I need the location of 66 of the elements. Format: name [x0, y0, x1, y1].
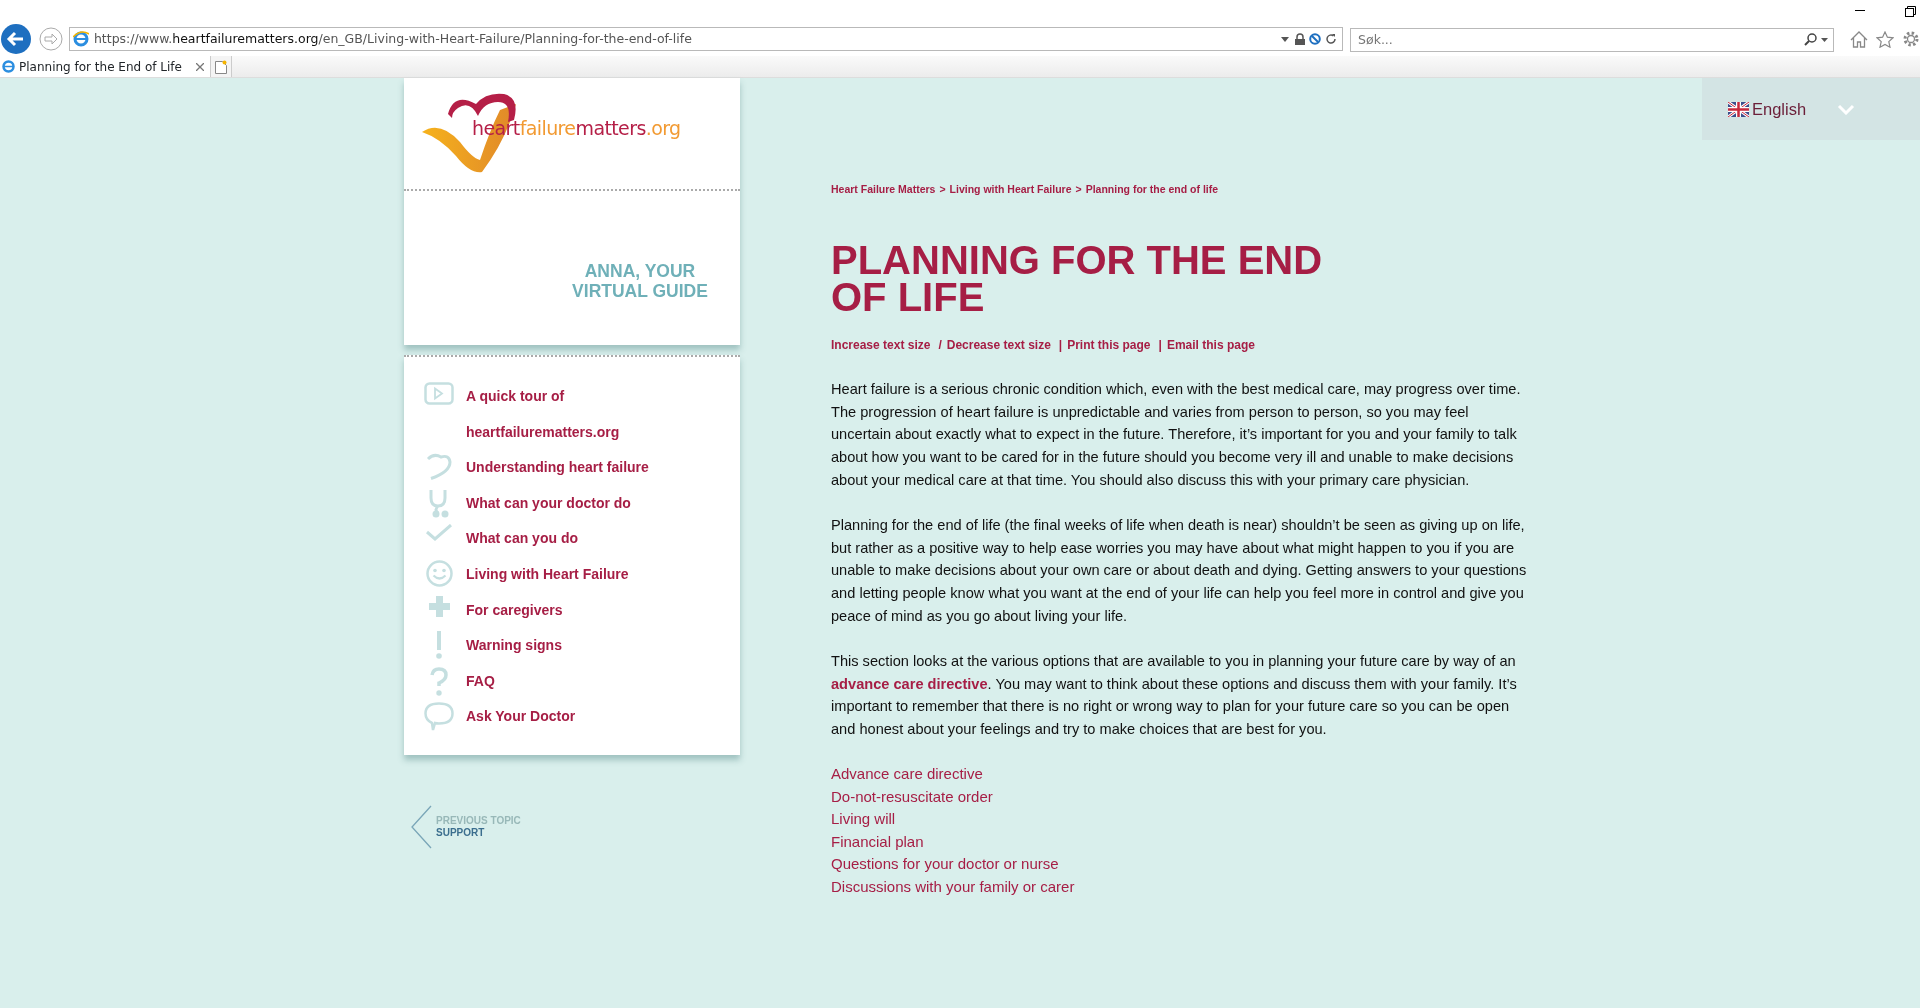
- back-icon[interactable]: [1, 24, 31, 54]
- breadcrumb-separator: >: [1075, 182, 1082, 197]
- previous-topic-link[interactable]: PREVIOUS TOPIC SUPPORT: [436, 814, 521, 839]
- inline-link[interactable]: advance care directive: [831, 675, 988, 692]
- blocked-icon[interactable]: [1309, 33, 1322, 45]
- breadcrumb-link[interactable]: Living with Heart Failure: [949, 182, 1072, 198]
- body-paragraph: Planning for the end of life (the final weeks of life when death is near) shouldn’t be seen as giving up on life, but rather as a positive way to help ease worries you may have about what might happen to you if you are unable to make decisions about your own care or about death and dying. Getting answers to your questions and letting people know what you want at the end of your life can help you feel more in control and give you peace of mind as you go about living your life.: [831, 515, 1528, 626]
- topic-link[interactable]: Do-not-resuscitate order: [831, 785, 993, 809]
- flag-icon: [1728, 101, 1749, 117]
- body-paragraph: This section looks at the various options that are available to you in planning your future care by way of an advance care directive. You may want to think about these options and discuss them with your family. It’s important to remember that there is no right or wrong way to plan for your future care so you can be open and honest about your feelings and try to make choices that are best for you.: [831, 651, 1518, 740]
- breadcrumb-link[interactable]: Planning for the end of life: [1085, 182, 1219, 198]
- search-field[interactable]: Søk...: [1350, 27, 1835, 52]
- stethoscope-icon: [428, 488, 450, 518]
- nav-link[interactable]: Warning signs: [466, 628, 656, 664]
- separator: |: [1057, 336, 1063, 354]
- exclamation-icon: [436, 631, 442, 660]
- question-icon: [430, 666, 448, 696]
- topic-link[interactable]: Financial plan: [831, 830, 924, 854]
- dropdown-icon[interactable]: [1281, 36, 1290, 42]
- separator: /: [937, 336, 942, 354]
- minimize-icon[interactable]: [1855, 10, 1865, 12]
- url-text: https://www.heartfailurematters.org/en_GB/Living-with-Heart-Failure/Planning-for-the-end-of-life: [93, 29, 693, 48]
- nav-link[interactable]: What can you do: [466, 521, 656, 557]
- star-icon[interactable]: [1876, 30, 1894, 48]
- nav-link[interactable]: Understanding heart failure: [466, 450, 656, 486]
- address-bar[interactable]: https://www.heartfailurematters.org/en_GB/Living-with-Heart-Failure/Planning-for-the-end-of-life: [68, 27, 1344, 51]
- tool-link[interactable]: Print this page: [1067, 335, 1151, 354]
- topic-link[interactable]: Questions for your doctor or nurse: [831, 853, 1059, 876]
- topic-link[interactable]: Discussions with your family or carer: [831, 875, 1075, 899]
- nav-link[interactable]: Ask Your Doctor: [466, 699, 656, 735]
- checkmark-icon: [426, 524, 452, 543]
- restore-icon[interactable]: [1905, 5, 1916, 17]
- nav-link[interactable]: Living with Heart Failure: [466, 556, 656, 593]
- settings-icon[interactable]: [1902, 30, 1920, 48]
- nav-link[interactable]: What can your doctor do: [466, 485, 656, 522]
- topic-link[interactable]: Living will: [831, 808, 896, 831]
- smiley-icon: [425, 559, 453, 587]
- lock-icon: [1295, 33, 1306, 45]
- nav-link[interactable]: A quick tour of heartfailurematters.org: [466, 379, 656, 451]
- guide-heading: ANNA, YOUR VIRTUAL GUIDE: [571, 261, 709, 303]
- close-icon[interactable]: [195, 62, 204, 71]
- tool-link[interactable]: Decrease text size: [946, 335, 1051, 354]
- speech-bubble-icon: [424, 702, 454, 732]
- page-title: PLANNING FOR THE END OF LIFE: [831, 241, 1324, 316]
- dropdown-icon[interactable]: [1821, 37, 1829, 42]
- tab-title: Planning for the End of Life: [19, 58, 182, 76]
- play-icon: [424, 382, 454, 405]
- separator: |: [1157, 336, 1162, 354]
- browser-icon: [2, 60, 15, 73]
- search-icon[interactable]: [1804, 33, 1818, 46]
- browser-tab[interactable]: Planning for the End of Life: [0, 56, 211, 77]
- new-tab-icon[interactable]: [214, 59, 227, 74]
- breadcrumb-link[interactable]: Heart Failure Matters: [831, 182, 936, 198]
- nav-link[interactable]: FAQ: [466, 663, 656, 700]
- home-icon[interactable]: [1850, 30, 1869, 48]
- tool-link[interactable]: Increase text size: [831, 335, 931, 354]
- language-selector[interactable]: English: [1702, 78, 1920, 140]
- language-label[interactable]: English: [1752, 96, 1807, 122]
- breadcrumb-separator: >: [939, 182, 946, 197]
- topic-link[interactable]: Advance care directive: [831, 762, 983, 786]
- plus-icon: [428, 595, 450, 617]
- body-paragraph: Heart failure is a serious chronic condition which, even with the best medical care, may progress over time. The progression of heart failure is unpredictable and varies from person to person, so you may feel uncertain about exactly what to expect in the future. Therefore, it’s important for you and your family to talk about how you want to be cared for in the future should you become very ill and unable to make decisions about your medical care at that time. You should also discuss this with your primary care physician.: [831, 379, 1522, 490]
- browser-icon: [72, 31, 89, 47]
- nav-link[interactable]: For caregivers: [466, 592, 656, 629]
- refresh-icon[interactable]: [1325, 33, 1338, 45]
- tool-link[interactable]: Email this page: [1166, 335, 1255, 354]
